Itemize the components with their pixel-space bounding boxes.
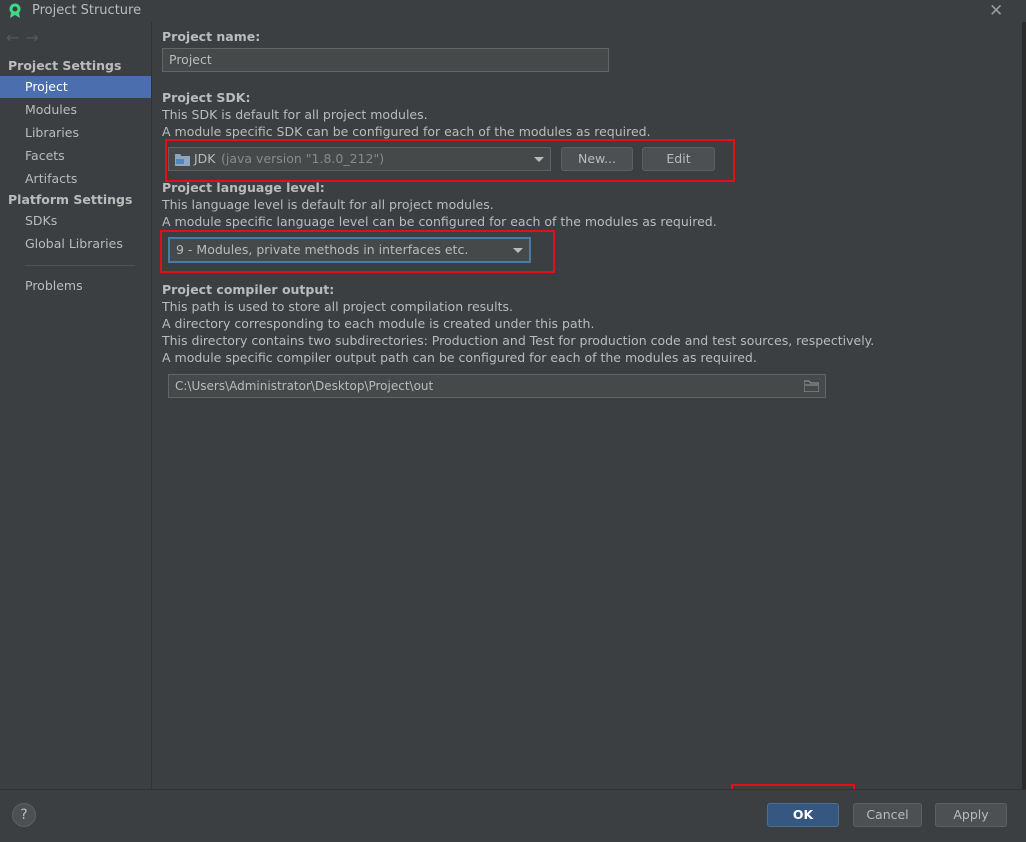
language-level-label: Project language level:: [162, 180, 325, 195]
sidebar-item-global-libraries[interactable]: Global Libraries: [0, 233, 151, 255]
project-sdk-description-1: This SDK is default for all project modu…: [162, 107, 428, 122]
compiler-output-description-3: This directory contains two subdirectori…: [162, 333, 875, 348]
sidebar-item-facets[interactable]: Facets: [0, 145, 151, 167]
dialog-footer: ? OK Cancel Apply: [0, 789, 1026, 842]
compiler-output-label: Project compiler output:: [162, 282, 335, 297]
cancel-button[interactable]: Cancel: [853, 803, 922, 827]
compiler-output-description-2: A directory corresponding to each module…: [162, 316, 595, 331]
window-title: Project Structure: [32, 3, 142, 18]
compiler-output-path: C:\Users\Administrator\Desktop\Project\o…: [175, 379, 434, 393]
sidebar-item-modules[interactable]: Modules: [0, 99, 151, 121]
back-arrow-icon[interactable]: ←: [6, 28, 25, 47]
sidebar-item-artifacts[interactable]: Artifacts: [0, 168, 151, 190]
compiler-output-path-input[interactable]: C:\Users\Administrator\Desktop\Project\o…: [168, 374, 826, 398]
project-name-input[interactable]: Project: [162, 48, 609, 72]
compiler-output-description-4: A module specific compiler output path c…: [162, 350, 757, 365]
sidebar-header-platform-settings: Platform Settings: [8, 192, 133, 207]
app-logo-icon: [9, 3, 21, 18]
language-level-description-2: A module specific language level can be …: [162, 214, 717, 229]
forward-arrow-icon[interactable]: →: [25, 28, 44, 47]
language-level-description-1: This language level is default for all p…: [162, 197, 494, 212]
project-sdk-description-2: A module specific SDK can be configured …: [162, 124, 651, 139]
scrollbar[interactable]: [1022, 22, 1026, 789]
sidebar-item-libraries[interactable]: Libraries: [0, 122, 151, 144]
sidebar-item-problems[interactable]: Problems: [0, 275, 151, 297]
sidebar-item-project[interactable]: Project: [0, 76, 151, 98]
sidebar-item-sdks[interactable]: SDKs: [0, 210, 151, 232]
sdk-highlight-box: [165, 139, 735, 182]
compiler-output-description-1: This path is used to store all project c…: [162, 299, 513, 314]
sidebar-divider: [25, 265, 135, 266]
project-name-label: Project name:: [162, 29, 261, 44]
apply-button[interactable]: Apply: [935, 803, 1007, 827]
main-panel: Project name: Project Project SDK: This …: [152, 22, 1026, 789]
sidebar-header-project-settings: Project Settings: [8, 58, 122, 73]
navigation-arrows: ←→: [6, 28, 45, 47]
title-bar: Project Structure ✕: [0, 0, 1026, 22]
close-icon[interactable]: ✕: [989, 1, 1003, 21]
sidebar: ←→ Project Settings Project Modules Libr…: [0, 22, 152, 789]
project-sdk-label: Project SDK:: [162, 90, 251, 105]
folder-icon[interactable]: [804, 380, 819, 392]
ok-button[interactable]: OK: [767, 803, 839, 827]
help-icon[interactable]: ?: [12, 803, 36, 827]
language-level-highlight-box: [160, 230, 555, 273]
